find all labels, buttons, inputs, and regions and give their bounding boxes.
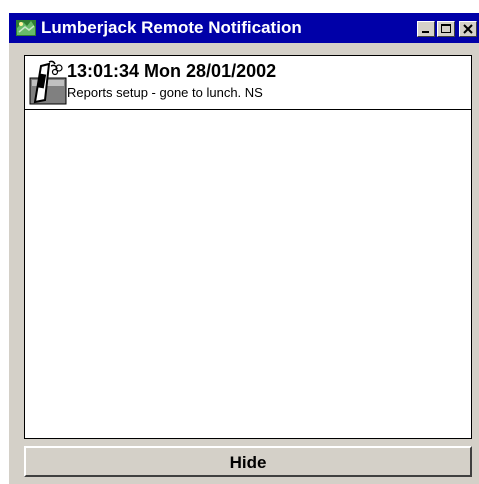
- list-item[interactable]: 13:01:34 Mon 28/01/2002 Reports setup - …: [25, 56, 471, 110]
- pager-phone-icon: [29, 60, 67, 106]
- notification-timestamp: 13:01:34 Mon 28/01/2002: [67, 61, 277, 81]
- notification-window: Lumberjack Remote Notification 13:01:34 …: [9, 13, 479, 484]
- minimize-button[interactable]: [417, 21, 435, 37]
- notification-message: Reports setup - gone to lunch. NS: [67, 85, 263, 100]
- window-title: Lumberjack Remote Notification: [41, 18, 302, 37]
- minimize-icon: [422, 31, 429, 33]
- close-button[interactable]: [459, 21, 477, 37]
- notification-list[interactable]: 13:01:34 Mon 28/01/2002 Reports setup - …: [24, 55, 472, 439]
- hide-button[interactable]: Hide: [24, 446, 472, 477]
- title-bar[interactable]: Lumberjack Remote Notification: [9, 13, 479, 43]
- maximize-button[interactable]: [437, 21, 455, 37]
- close-icon: [463, 24, 473, 34]
- lumberjack-app-icon[interactable]: [15, 18, 37, 38]
- maximize-icon: [441, 24, 451, 33]
